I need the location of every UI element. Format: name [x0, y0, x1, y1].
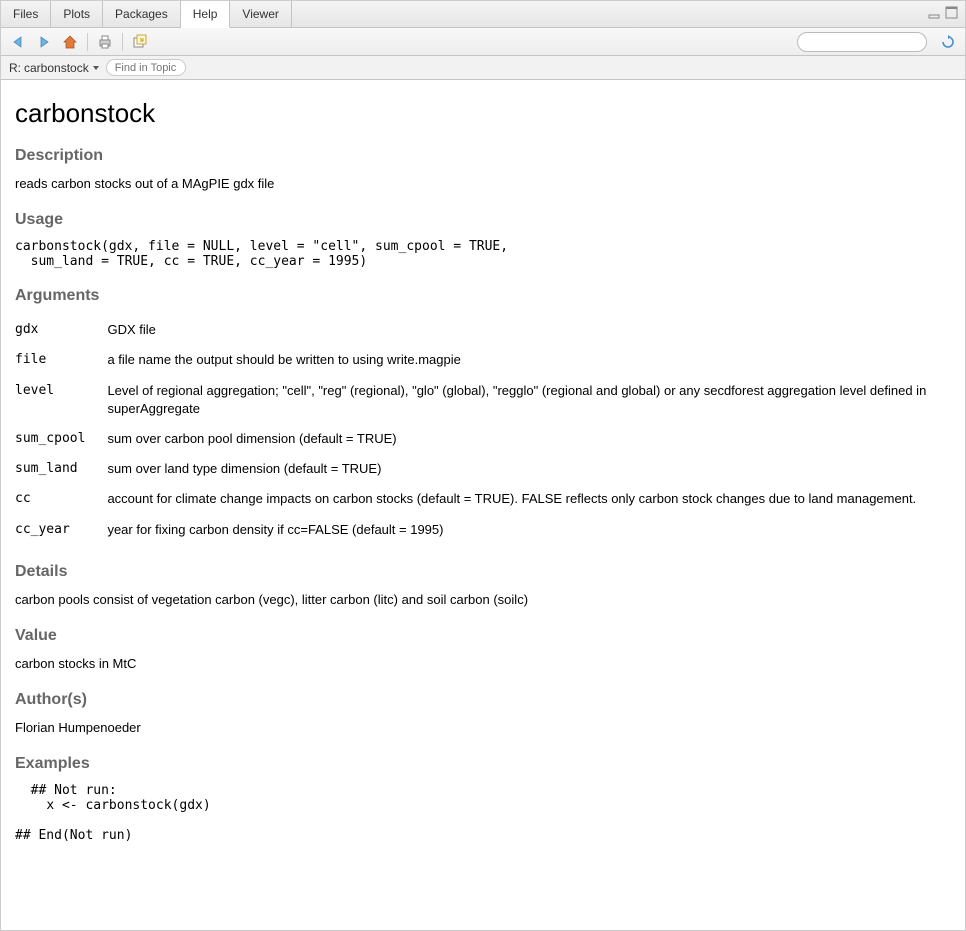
print-icon: [97, 34, 113, 50]
table-row: levelLevel of regional aggregation; "cel…: [15, 376, 951, 424]
help-content-wrap: carbonstock Description reads carbon sto…: [1, 80, 965, 930]
arg-desc: sum over carbon pool dimension (default …: [107, 424, 951, 454]
maximize-pane-icon[interactable]: [945, 6, 959, 19]
arg-desc: year for fixing carbon density if cc=FAL…: [107, 515, 951, 545]
page-title: carbonstock: [15, 98, 951, 129]
arg-name: cc_year: [15, 515, 107, 545]
arg-name: sum_land: [15, 454, 107, 484]
arguments-table: gdxGDX file filea file name the output s…: [15, 315, 951, 545]
refresh-icon: [940, 34, 956, 50]
arg-desc: GDX file: [107, 315, 951, 345]
print-button[interactable]: [94, 31, 116, 53]
pane-tabs: Files Plots Packages Help Viewer: [1, 1, 965, 28]
arg-desc: a file name the output should be written…: [107, 345, 951, 375]
tab-files[interactable]: Files: [1, 1, 51, 27]
show-in-window-button[interactable]: [129, 31, 151, 53]
back-button[interactable]: [7, 31, 29, 53]
examples-code: ## Not run: x <- carbonstock(gdx) ## End…: [15, 783, 951, 843]
arg-desc: Level of regional aggregation; "cell", "…: [107, 376, 951, 424]
section-value-heading: Value: [15, 627, 951, 645]
pane-window-controls: [928, 6, 959, 19]
table-row: filea file name the output should be wri…: [15, 345, 951, 375]
arg-desc: sum over land type dimension (default = …: [107, 454, 951, 484]
table-row: sum_landsum over land type dimension (de…: [15, 454, 951, 484]
search-input[interactable]: [797, 32, 927, 52]
minimize-pane-icon[interactable]: [928, 6, 942, 19]
arg-name: gdx: [15, 315, 107, 345]
section-usage-heading: Usage: [15, 211, 951, 229]
search-wrap: [797, 32, 927, 52]
arrow-left-icon: [10, 34, 26, 50]
forward-button[interactable]: [33, 31, 55, 53]
chevron-down-icon: [92, 64, 100, 72]
section-arguments-heading: Arguments: [15, 287, 951, 305]
help-content[interactable]: carbonstock Description reads carbon sto…: [1, 80, 965, 930]
separator: [122, 33, 123, 51]
table-row: ccaccount for climate change impacts on …: [15, 484, 951, 514]
topic-prefix: R:: [9, 61, 21, 75]
section-description-heading: Description: [15, 147, 951, 165]
table-row: gdxGDX file: [15, 315, 951, 345]
table-row: sum_cpoolsum over carbon pool dimension …: [15, 424, 951, 454]
tab-packages[interactable]: Packages: [103, 1, 181, 27]
new-window-icon: [132, 34, 148, 50]
section-details-heading: Details: [15, 563, 951, 581]
tab-help[interactable]: Help: [181, 1, 231, 28]
arg-name: cc: [15, 484, 107, 514]
find-in-topic-input[interactable]: [106, 59, 186, 76]
home-icon: [62, 34, 78, 50]
value-text: carbon stocks in MtC: [15, 655, 951, 673]
author-text: Florian Humpenoeder: [15, 719, 951, 737]
arg-name: file: [15, 345, 107, 375]
section-examples-heading: Examples: [15, 755, 951, 773]
details-text: carbon pools consist of vegetation carbo…: [15, 591, 951, 609]
usage-code: carbonstock(gdx, file = NULL, level = "c…: [15, 239, 951, 269]
help-subtoolbar: R: carbonstock: [1, 56, 965, 80]
tab-plots[interactable]: Plots: [51, 1, 103, 27]
home-button[interactable]: [59, 31, 81, 53]
topic-name: carbonstock: [24, 61, 89, 75]
arg-desc: account for climate change impacts on ca…: [107, 484, 951, 514]
description-text: reads carbon stocks out of a MAgPIE gdx …: [15, 175, 951, 193]
table-row: cc_yearyear for fixing carbon density if…: [15, 515, 951, 545]
tab-viewer[interactable]: Viewer: [230, 1, 291, 27]
separator: [87, 33, 88, 51]
refresh-button[interactable]: [937, 31, 959, 53]
arg-name: sum_cpool: [15, 424, 107, 454]
arrow-right-icon: [36, 34, 52, 50]
help-toolbar: [1, 28, 965, 56]
topic-dropdown[interactable]: R: carbonstock: [9, 61, 100, 75]
section-author-heading: Author(s): [15, 691, 951, 709]
arg-name: level: [15, 376, 107, 424]
